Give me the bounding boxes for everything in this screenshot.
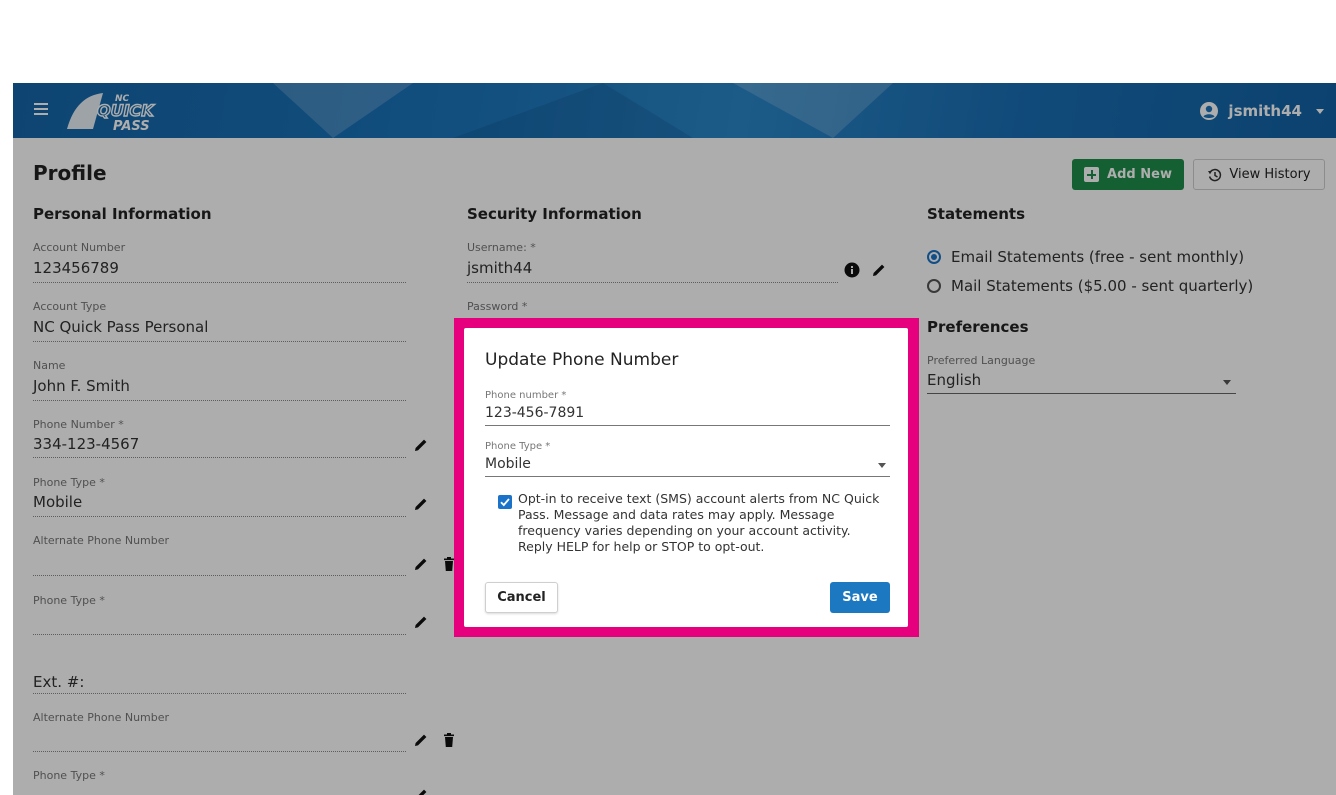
checkmark-icon: [500, 498, 510, 507]
chevron-down-icon[interactable]: [878, 463, 886, 468]
select-underline: [485, 476, 890, 477]
sms-opt-in-checkbox[interactable]: [498, 495, 512, 509]
cancel-button[interactable]: Cancel: [485, 582, 558, 613]
phone-type-select-label: Phone Type *: [485, 441, 551, 452]
input-underline: [485, 425, 890, 426]
phone-number-input-label: Phone number *: [485, 390, 567, 401]
save-button[interactable]: Save: [830, 582, 890, 613]
phone-number-input[interactable]: 123-456-7891: [485, 405, 584, 421]
sms-consent-text: Opt-in to receive text (SMS) account ale…: [518, 491, 880, 554]
update-phone-dialog: Update Phone Number Phone number * 123-4…: [464, 328, 908, 627]
dialog-title: Update Phone Number: [485, 350, 679, 370]
phone-type-select[interactable]: Mobile: [485, 456, 531, 472]
